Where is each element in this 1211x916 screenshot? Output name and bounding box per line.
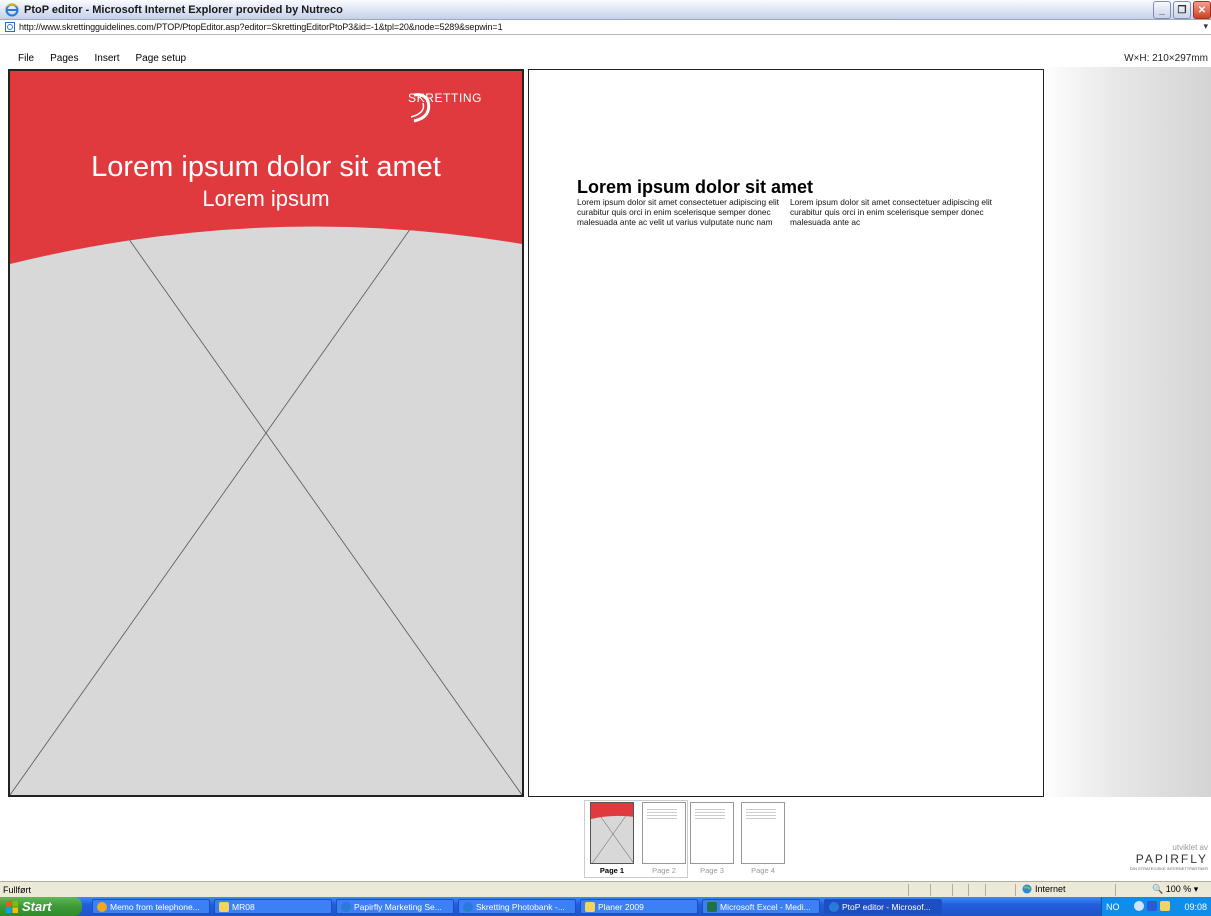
taskbar-item-label: Memo from telephone... <box>110 901 200 912</box>
thumbnail-label: Page 4 <box>751 866 775 875</box>
taskbar-item[interactable]: Skretting Photobank -... <box>458 899 576 914</box>
editor-workspace: SKRETTING Lorem ipsum dolor sit amet Lor… <box>0 67 1211 797</box>
chevron-down-icon[interactable]: ▾ <box>1194 884 1199 894</box>
clock[interactable]: 09:08 <box>1184 902 1207 912</box>
thumbnail-label: Page 2 <box>652 866 676 875</box>
orange-circle-icon <box>97 901 107 912</box>
ie-icon <box>829 901 839 912</box>
content-page[interactable]: Lorem ipsum dolor sit amet Lorem ipsum d… <box>528 69 1044 797</box>
menu-page-setup[interactable]: Page setup <box>136 53 187 64</box>
thumbnail-page-3[interactable]: Page 3 <box>690 802 734 875</box>
taskbar-item[interactable]: Planer 2009 <box>580 899 698 914</box>
zoom-control[interactable]: 🔍 100 % ▾ <box>1152 884 1198 895</box>
thumbnail-label: Page 1 <box>599 866 625 875</box>
folder-icon <box>585 901 595 912</box>
language-indicator[interactable]: NO <box>1106 902 1120 912</box>
developed-by-text: utviklet av <box>1172 843 1208 852</box>
menu-pages[interactable]: Pages <box>50 53 78 64</box>
security-zone[interactable]: Internet <box>1022 884 1066 894</box>
document-heading[interactable]: Lorem ipsum dolor sit amet <box>577 177 813 198</box>
page-icon <box>5 22 15 32</box>
minimize-button[interactable]: _ <box>1153 1 1171 19</box>
globe-icon <box>1022 884 1032 894</box>
taskbar-item-label: Skretting Photobank -... <box>476 901 565 912</box>
window-title: PtoP editor - Microsoft Internet Explore… <box>24 3 343 16</box>
taskbar-item[interactable]: Papirfly Marketing Se... <box>336 899 454 914</box>
thumbnail-page-1[interactable]: Page 1 <box>590 802 634 875</box>
ie-icon <box>463 901 473 912</box>
start-label: Start <box>22 899 52 914</box>
taskbar-item-label: MR08 <box>232 901 255 912</box>
editor-menu-bar: File Pages Insert Page setup W×H: 210×29… <box>0 35 1211 67</box>
url-text[interactable]: http://www.skrettingguidelines.com/PTOP/… <box>19 22 503 32</box>
windows-taskbar: Start Memo from telephone... MR08 Papirf… <box>0 897 1211 916</box>
zoom-level: 100 % <box>1165 884 1192 894</box>
taskbar-item-label: Planer 2009 <box>598 901 644 912</box>
taskbar-item[interactable]: Microsoft Excel - Medi... <box>702 899 820 914</box>
cover-title[interactable]: Lorem ipsum dolor sit amet <box>10 151 522 184</box>
chevron-down-icon[interactable]: ▾ <box>1203 21 1208 32</box>
taskbar-item[interactable]: Memo from telephone... <box>92 899 210 914</box>
papirfly-branding[interactable]: utviklet av PAPIRFLY DIN STRATEGISKE INT… <box>1130 843 1208 871</box>
thumbnail-cover-graphic <box>591 803 633 863</box>
page-thumbnail-strip: Page 1 Page 2 Page 3 Page 4 utviklet av … <box>0 797 1211 881</box>
taskbar-item-active[interactable]: PtoP editor - Microsof... <box>824 899 942 914</box>
bluetooth-icon[interactable] <box>1146 900 1157 911</box>
thumbnail-page-4[interactable]: Page 4 <box>741 802 785 875</box>
magnifier-icon: 🔍 <box>1152 884 1164 894</box>
status-text: Fullført <box>3 884 31 895</box>
thumbnail-page-2[interactable]: Page 2 <box>642 802 686 875</box>
taskbar-item-label: Papirfly Marketing Se... <box>354 901 442 912</box>
cover-page[interactable]: SKRETTING Lorem ipsum dolor sit amet Lor… <box>8 69 524 797</box>
ie-icon <box>5 3 19 16</box>
body-column-1[interactable]: Lorem ipsum dolor sit amet consectetuer … <box>577 197 782 227</box>
zone-label: Internet <box>1035 884 1066 894</box>
thumbnail-label: Page 3 <box>700 866 724 875</box>
papirfly-tagline: DIN STRATEGISKE INTERNETTPARTNER <box>1129 866 1208 871</box>
menu-file[interactable]: File <box>18 53 34 64</box>
restore-button[interactable]: ❐ <box>1173 1 1191 19</box>
ie-icon <box>341 901 351 912</box>
network-icon[interactable] <box>1159 900 1170 911</box>
cover-subtitle[interactable]: Lorem ipsum <box>10 186 522 212</box>
status-bar: Fullført Internet 🔍 100 % ▾ <box>0 881 1211 897</box>
logo-swirl-icon <box>410 93 431 123</box>
system-tray: NO 09:08 <box>1101 897 1211 916</box>
tray-icons[interactable] <box>1134 900 1170 913</box>
taskbar-item-label: PtoP editor - Microsof... <box>842 901 931 912</box>
menu-insert[interactable]: Insert <box>94 53 119 64</box>
start-button[interactable]: Start <box>0 897 82 916</box>
body-column-2[interactable]: Lorem ipsum dolor sit amet consectetuer … <box>790 197 995 227</box>
close-button[interactable]: ✕ <box>1193 1 1211 19</box>
windows-logo-icon <box>6 900 18 913</box>
skretting-logo[interactable]: SKRETTING <box>408 91 482 123</box>
excel-icon <box>707 901 717 912</box>
taskbar-item-label: Microsoft Excel - Medi... <box>720 901 811 912</box>
taskbar-item[interactable]: MR08 <box>214 899 332 914</box>
papirfly-logo: PAPIRFLY <box>1135 852 1208 866</box>
arrow-icon[interactable] <box>1134 900 1145 911</box>
page-dimension-readout: W×H: 210×297mm <box>1124 53 1208 64</box>
folder-icon <box>219 901 229 912</box>
address-bar[interactable]: http://www.skrettingguidelines.com/PTOP/… <box>0 20 1211 35</box>
window-title-bar: PtoP editor - Microsoft Internet Explore… <box>0 0 1211 20</box>
